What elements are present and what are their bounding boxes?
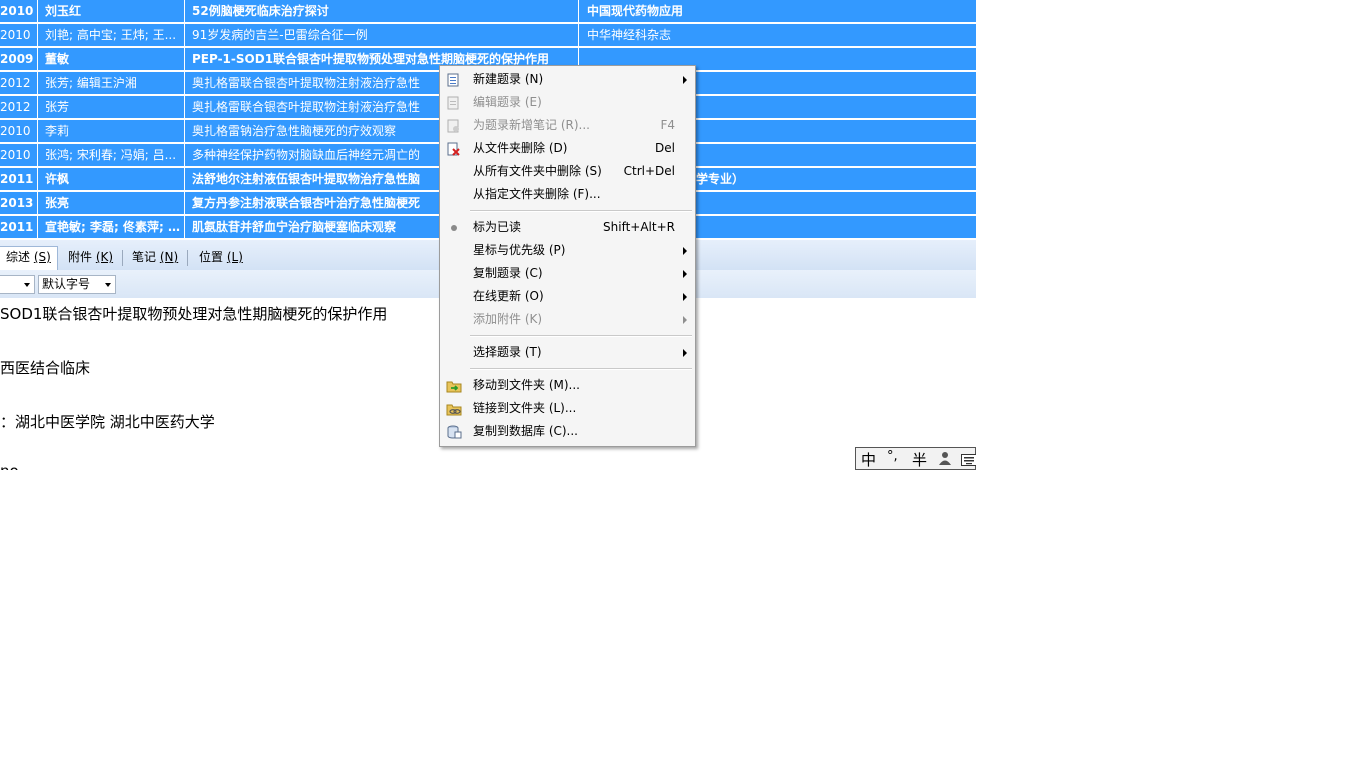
year-cell: 2012: [0, 100, 31, 114]
keyboard-icon[interactable]: [961, 452, 976, 470]
ime-status-bar: 中 °, 半: [855, 447, 976, 470]
title-cell: 52例脑梗死临床治疗探讨: [192, 4, 329, 18]
journal-cell: 中国现代药物应用: [587, 4, 684, 18]
submenu-arrow-icon: [683, 316, 687, 324]
edit-record-icon: [446, 95, 460, 110]
menu-item-new-record[interactable]: 新建题录 (N): [440, 68, 695, 91]
author-cell: 许枫: [45, 172, 70, 186]
year-cell: 2011: [0, 172, 34, 186]
menu-item-delete-from-specified-folder[interactable]: 从指定文件夹删除 (F)...: [440, 183, 695, 206]
menu-item-move-to-folder[interactable]: 移动到文件夹 (M)...: [440, 374, 695, 397]
tab-label: 附件: [68, 250, 93, 264]
menu-item-delete-from-all-folders[interactable]: 从所有文件夹中删除 (S) Ctrl+Del: [440, 160, 695, 183]
author-cell: 宣艳敏; 李磊; 佟素萍; ...: [45, 220, 180, 234]
link-to-folder-icon: [446, 401, 462, 416]
tab-summary[interactable]: 综述 (S): [0, 246, 58, 270]
menu-item-add-note[interactable]: 为题录新增笔记 (R)... F4: [440, 114, 695, 137]
font-size-value: 默认字号: [42, 277, 91, 291]
menu-item-edit-record[interactable]: 编辑题录 (E): [440, 91, 695, 114]
author-cell: 李莉: [45, 124, 70, 138]
year-cell: 2010: [0, 124, 31, 138]
author-cell: 张鸿; 宋利春; 冯娟; 吕...: [45, 148, 177, 162]
read-dot-icon: [451, 225, 457, 231]
author-cell: 张芳; 编辑王沪湘: [45, 76, 137, 90]
tab-accesskey: (K): [95, 250, 114, 264]
submenu-arrow-icon: [683, 76, 687, 84]
year-cell: 2012: [0, 76, 31, 90]
detail-title: SOD1联合银杏叶提取物预处理对急性期脑梗死的保护作用: [0, 305, 388, 323]
author-cell: 张亮: [45, 196, 70, 210]
year-cell: 2010: [0, 28, 31, 42]
detail-partial-text: no: [0, 462, 19, 470]
menu-item-link-to-folder[interactable]: 链接到文件夹 (L)...: [440, 397, 695, 420]
table-row[interactable]: 2010 刘玉红 52例脑梗死临床治疗探讨 中国现代药物应用: [0, 0, 976, 23]
menu-item-add-attachment[interactable]: 添加附件 (K): [440, 308, 695, 331]
menu-item-delete-from-folder[interactable]: 从文件夹删除 (D) Del: [440, 137, 695, 160]
context-menu: 新建题录 (N) 编辑题录 (E) 为题录新增笔记 (R)... F4 从文件夹…: [439, 65, 696, 447]
delete-from-folder-icon: [446, 141, 460, 156]
author-cell: 刘玉红: [45, 4, 82, 18]
detail-institution: ：湖北中医学院 湖北中医药大学: [0, 413, 215, 431]
chevron-down-icon: [105, 283, 111, 287]
submenu-arrow-icon: [683, 293, 687, 301]
menu-item-copy-record[interactable]: 复制题录 (C): [440, 262, 695, 285]
ime-width-toggle[interactable]: 半: [912, 449, 927, 470]
year-cell: 2013: [0, 196, 34, 210]
author-cell: 张芳: [45, 100, 70, 114]
tab-label: 笔记: [132, 250, 157, 264]
author-cell: 董敏: [45, 52, 70, 66]
menu-item-online-update[interactable]: 在线更新 (O): [440, 285, 695, 308]
tab-location[interactable]: 位置 (L): [193, 247, 249, 269]
submenu-arrow-icon: [683, 270, 687, 278]
user-icon[interactable]: [938, 451, 952, 469]
ime-punct-toggle[interactable]: °,: [887, 449, 898, 464]
tab-accesskey: (N): [159, 250, 179, 264]
add-note-icon: [446, 118, 460, 133]
year-cell: 2010: [0, 148, 31, 162]
menu-item-copy-to-database[interactable]: 复制到数据库 (C)...: [440, 420, 695, 443]
journal-cell: 学专业）: [696, 172, 745, 186]
copy-to-database-icon: [446, 424, 462, 439]
tab-label: 综述: [6, 250, 31, 264]
font-family-select[interactable]: [0, 275, 35, 294]
move-to-folder-icon: [446, 378, 462, 393]
author-cell: 刘艳; 高中宝; 王炜; 王...: [45, 28, 177, 42]
tab-label: 位置: [199, 250, 224, 264]
detail-journal: 西医结合临床: [0, 359, 91, 377]
submenu-arrow-icon: [683, 247, 687, 255]
submenu-arrow-icon: [683, 349, 687, 357]
menu-item-star-priority[interactable]: 星标与优先级 (P): [440, 239, 695, 262]
table-row[interactable]: 2010 刘艳; 高中宝; 王炜; 王... 91岁发病的吉兰-巴雷综合征一例 …: [0, 24, 976, 47]
tab-accesskey: (L): [226, 250, 243, 264]
year-cell: 2010: [0, 4, 34, 18]
year-cell: 2009: [0, 52, 34, 66]
journal-cell: 中华神经科杂志: [587, 28, 672, 42]
year-cell: 2011: [0, 220, 34, 234]
tab-accesskey: (S): [33, 250, 51, 264]
tab-attachments[interactable]: 附件 (K): [62, 247, 119, 269]
menu-item-mark-as-read[interactable]: 标为已读 Shift+Alt+R: [440, 216, 695, 239]
chevron-down-icon: [24, 283, 30, 287]
tab-notes[interactable]: 笔记 (N): [126, 247, 184, 269]
ime-mode-toggle[interactable]: 中: [861, 449, 876, 470]
title-cell: 91岁发病的吉兰-巴雷综合征一例: [192, 28, 368, 42]
new-record-icon: [446, 72, 460, 87]
menu-item-select-records[interactable]: 选择题录 (T): [440, 341, 695, 364]
font-size-select[interactable]: 默认字号: [38, 275, 116, 294]
